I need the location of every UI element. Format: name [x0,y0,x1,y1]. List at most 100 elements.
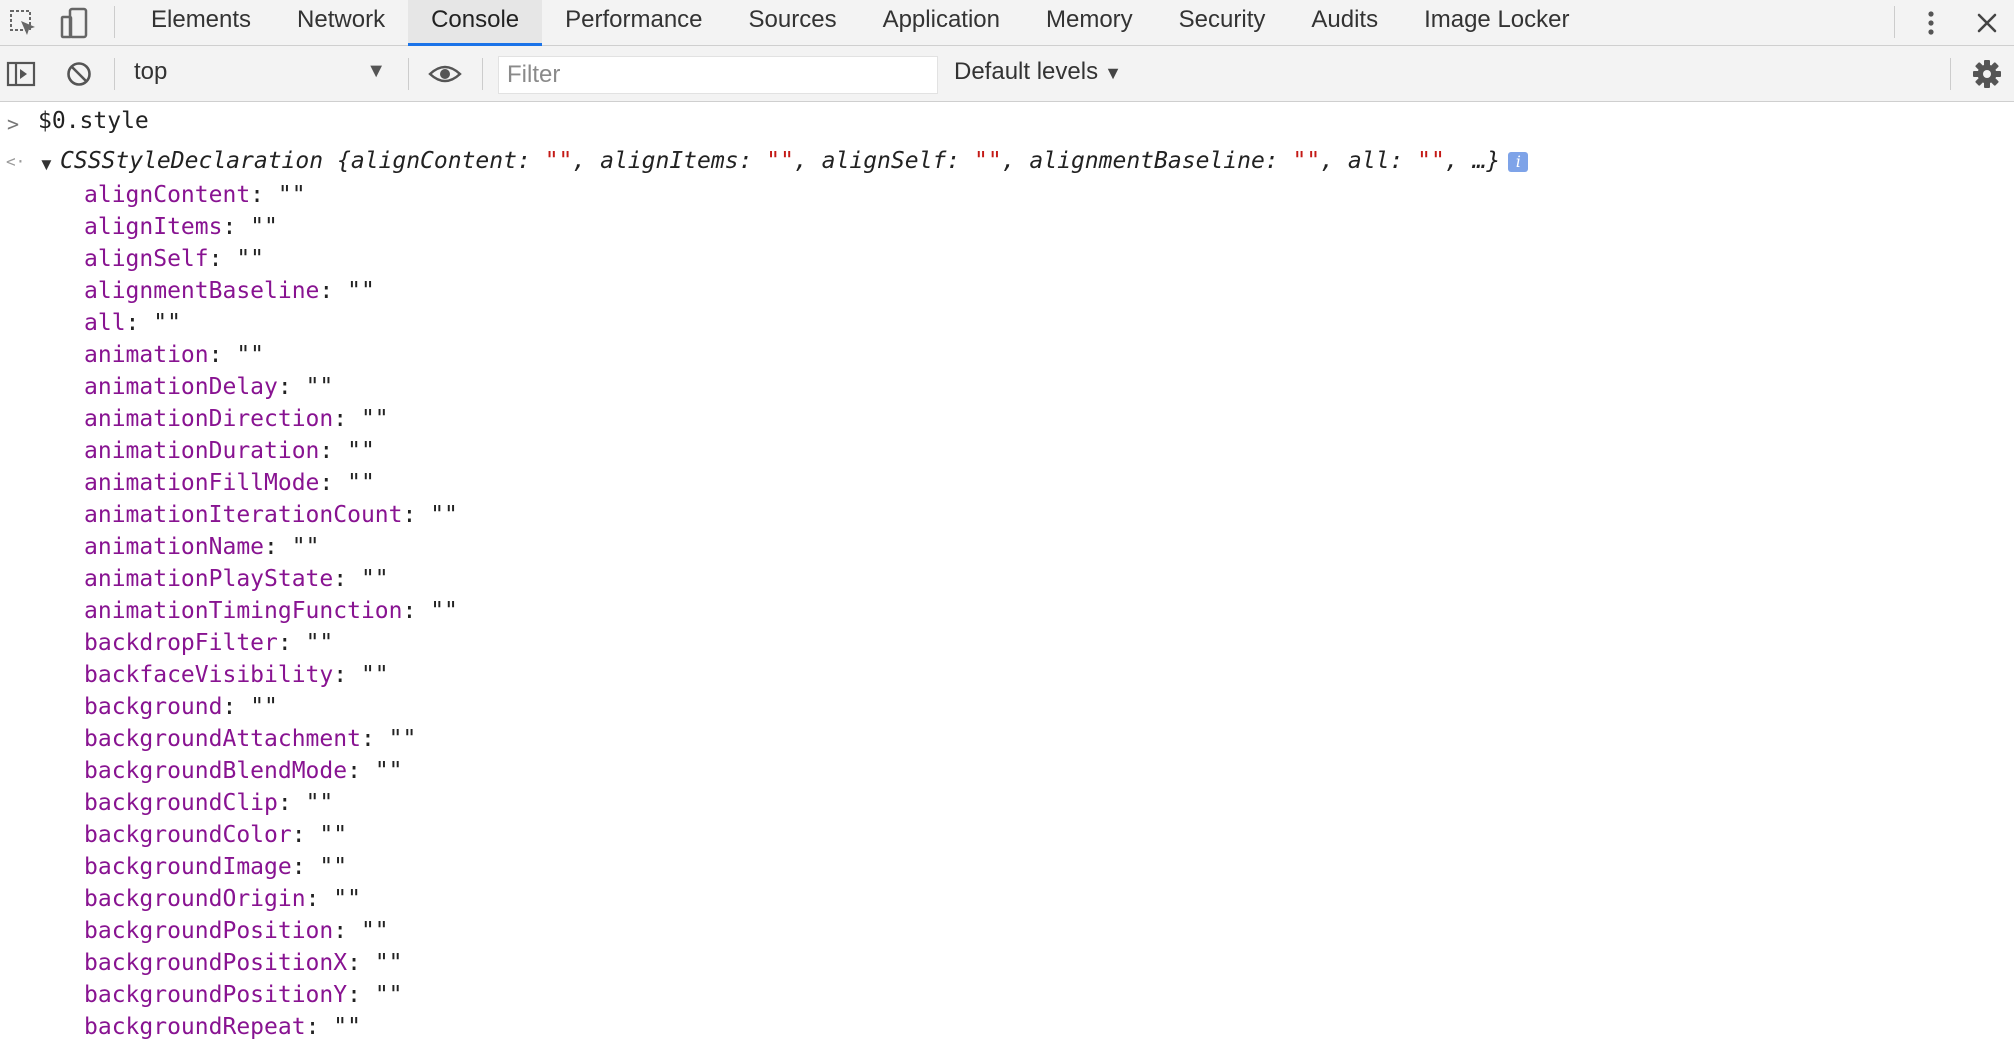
gear-icon[interactable] [1970,57,2004,91]
property-name: all [84,310,126,336]
property-name: alignSelf [84,246,209,272]
property-name: animationPlayState [84,566,334,592]
property-value: "" [347,438,375,464]
property-row[interactable]: backgroundAttachment: "" [84,723,458,755]
property-value: "" [305,630,334,656]
property-colon: : [333,566,361,592]
summary-brace: { [323,148,351,174]
property-row[interactable]: all: "" [84,307,458,339]
eye-icon[interactable] [428,57,462,91]
property-colon: : [402,502,431,528]
property-name: animationDuration [84,438,320,464]
context-selector[interactable]: top ▼ [116,46,398,102]
more-vertical-icon[interactable] [1914,6,1948,40]
property-row[interactable]: animationName: "" [84,531,458,563]
property-row[interactable]: animationDirection: "" [84,403,458,435]
property-colon: : [222,214,251,240]
property-name: animationIterationCount [84,502,403,528]
property-value: "" [388,726,417,752]
property-row[interactable]: animationDelay: "" [84,371,458,403]
property-value: "" [319,822,348,848]
property-row[interactable]: animationDuration: "" [84,435,458,467]
property-name: backgroundPositionX [84,950,348,976]
summary-separator: , [1001,148,1030,174]
tab-image-locker[interactable]: Image Locker [1401,0,1592,46]
summary-key: alignmentBaseline: [1029,148,1293,174]
property-value: "" [430,502,458,528]
tab-elements[interactable]: Elements [128,0,274,46]
summary-key: alignItems: [600,148,767,174]
toolbar-divider [114,6,115,38]
property-value: "" [430,598,458,624]
log-levels-dropdown[interactable]: Default levels ▼ [954,58,1122,86]
property-value: "" [291,534,320,560]
inspect-element-icon[interactable] [6,6,40,40]
property-row[interactable]: backdropFilter: "" [84,627,458,659]
property-row[interactable]: animationPlayState: "" [84,563,458,595]
property-colon: : [333,406,361,432]
property-row[interactable]: backgroundImage: "" [84,851,458,883]
info-icon[interactable]: i [1508,151,1529,172]
property-row[interactable]: animationTimingFunction: "" [84,595,458,627]
property-name: backgroundPositionY [84,982,348,1008]
toolbar-divider [1950,58,1951,90]
expand-triangle-icon[interactable]: ▼ [38,155,55,175]
property-colon: : [208,342,237,368]
property-name: animationDelay [84,374,278,400]
property-value: "" [360,406,389,432]
property-row[interactable]: animationFillMode: "" [84,467,458,499]
property-colon: : [222,694,251,720]
property-row[interactable]: background: "" [84,691,458,723]
input-prompt-icon: > [7,112,20,136]
property-row[interactable]: backgroundPositionX: "" [84,947,458,979]
clear-console-icon[interactable] [62,57,96,91]
property-value: "" [347,278,375,304]
tab-console[interactable]: Console [408,0,543,46]
property-row[interactable]: backgroundClip: "" [84,787,458,819]
property-name: backgroundRepeat [84,1014,306,1040]
tab-performance[interactable]: Performance [542,0,725,46]
show-sidebar-icon[interactable] [4,57,38,91]
property-value: "" [319,854,348,880]
summary-separator: , [572,148,601,174]
tab-sources[interactable]: Sources [726,0,860,46]
device-toolbar-icon[interactable] [58,6,92,40]
property-row[interactable]: backgroundOrigin: "" [84,883,458,915]
tab-network[interactable]: Network [274,0,408,46]
summary-value: "" [1292,148,1321,174]
property-row[interactable]: backfaceVisibility: "" [84,659,458,691]
property-colon: : [319,278,348,304]
toolbar-divider [114,58,115,90]
property-row[interactable]: alignItems: "" [84,211,458,243]
property-name: animationName [84,534,265,560]
property-colon: : [402,598,431,624]
tab-application[interactable]: Application [860,0,1023,46]
property-name: backgroundImage [84,854,292,880]
summary-key: alignSelf: [821,148,974,174]
filter-input[interactable] [499,57,937,93]
property-row[interactable]: backgroundColor: "" [84,819,458,851]
property-name: backgroundPosition [84,918,334,944]
close-icon[interactable] [1970,6,2004,40]
property-row[interactable]: alignContent: "" [84,179,458,211]
context-selector-value: top [134,58,168,85]
property-row[interactable]: backgroundRepeat: "" [84,1011,458,1043]
object-summary[interactable]: CSSStyleDeclaration {alignContent: "", a… [60,148,1529,174]
property-row[interactable]: animationIterationCount: "" [84,499,458,531]
property-row[interactable]: backgroundBlendMode: "" [84,755,458,787]
tab-security[interactable]: Security [1156,0,1289,46]
property-row[interactable]: alignSelf: "" [84,243,458,275]
property-value: "" [360,566,389,592]
result-arrow-icon: <· [6,152,26,171]
property-name: backgroundClip [84,790,278,816]
property-row[interactable]: backgroundPosition: "" [84,915,458,947]
property-row[interactable]: animation: "" [84,339,458,371]
property-colon: : [305,886,334,912]
property-row[interactable]: alignmentBaseline: "" [84,275,458,307]
tab-memory[interactable]: Memory [1023,0,1156,46]
property-row[interactable]: backgroundPositionY: "" [84,979,458,1011]
property-value: "" [360,662,389,688]
tab-audits[interactable]: Audits [1288,0,1401,46]
property-name: animationDirection [84,406,334,432]
toolbar-divider [482,58,483,90]
